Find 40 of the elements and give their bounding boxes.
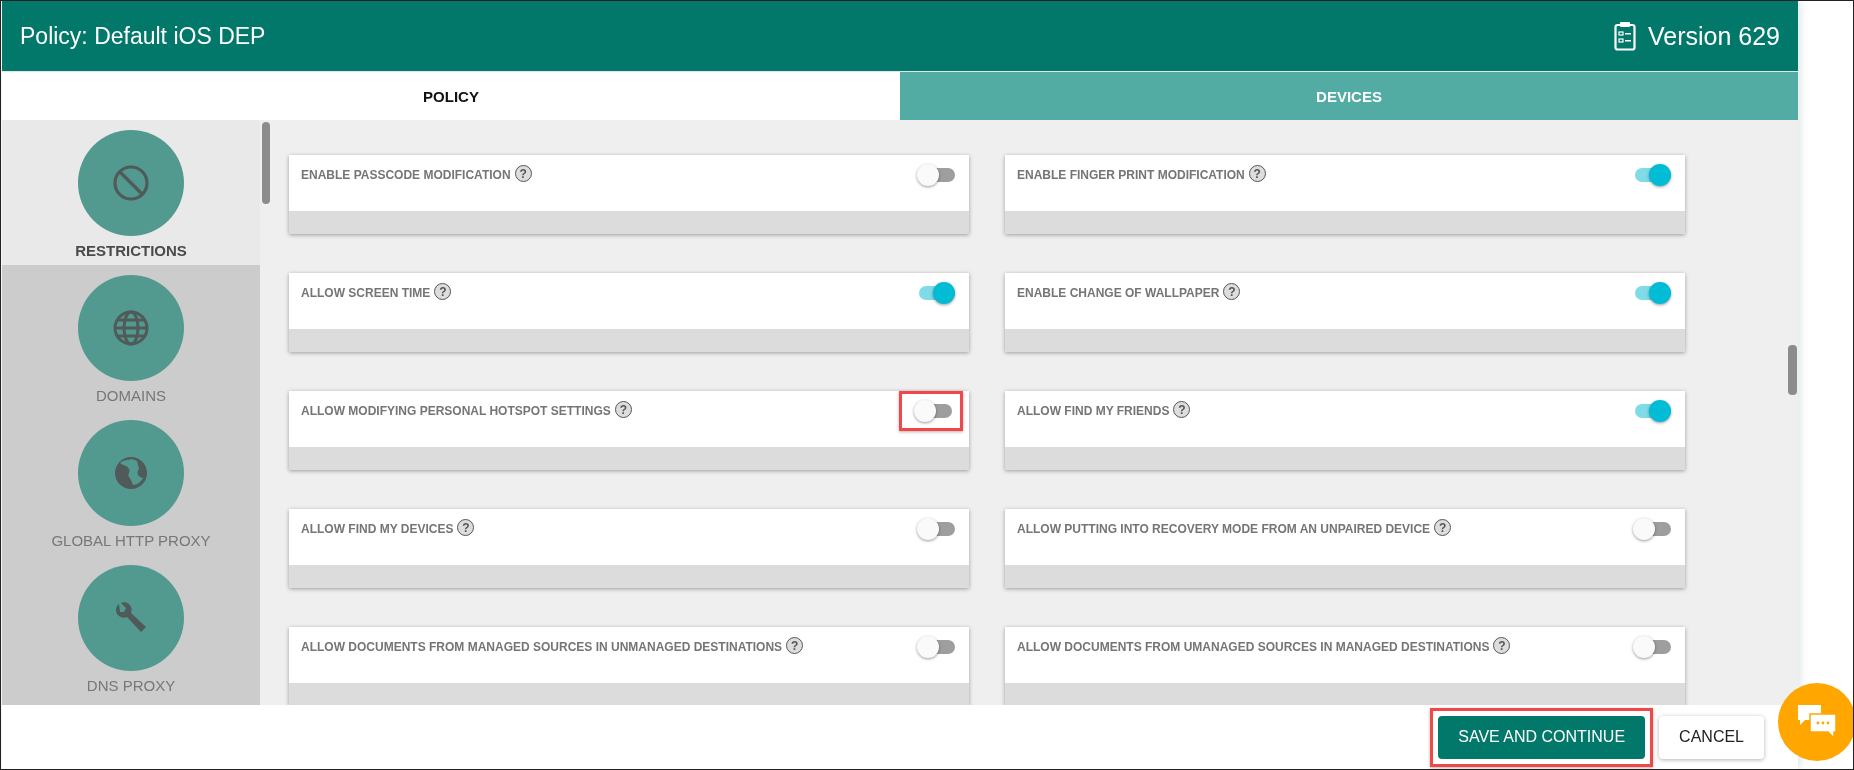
sidebar-item[interactable]: RESTRICTIONS (2, 120, 260, 265)
setting-label: ENABLE CHANGE OF WALLPAPER (1017, 286, 1220, 300)
scrollbar-thumb[interactable] (262, 122, 270, 204)
toggle-switch[interactable] (1633, 400, 1671, 422)
setting-label: ALLOW PUTTING INTO RECOVERY MODE FROM AN UNPAIRED DEVICE (1017, 522, 1431, 536)
setting-label: ALLOW FIND MY FRIENDS (1017, 404, 1170, 418)
toggle-switch[interactable] (917, 164, 955, 186)
save-button[interactable]: SAVE AND CONTINUE (1438, 715, 1646, 759)
clipboard-icon (1613, 21, 1636, 51)
toggle-switch[interactable] (917, 282, 955, 304)
setting-label: ENABLE FINGER PRINT MODIFICATION (1017, 168, 1245, 182)
setting-label: ALLOW DOCUMENTS FROM UMANAGED SOURCES IN MANAGED DESTINATIONS (1017, 640, 1490, 654)
help-icon[interactable]: ? (1434, 519, 1452, 536)
setting-label: ENABLE PASSCODE MODIFICATION (301, 168, 511, 182)
help-icon[interactable]: ? (614, 401, 632, 418)
help-icon[interactable]: ? (434, 283, 452, 300)
policy-title: Policy: Default iOS DEP (20, 22, 266, 50)
help-icon[interactable]: ? (514, 165, 532, 182)
help-icon[interactable]: ? (1493, 637, 1511, 654)
toggle-switch[interactable] (917, 636, 955, 658)
cancel-button[interactable]: CANCEL (1659, 715, 1764, 759)
toggle-switch[interactable] (914, 400, 952, 422)
help-icon[interactable]: ? (457, 519, 475, 536)
toggle-switch[interactable] (1633, 518, 1671, 540)
setting-label: ALLOW DOCUMENTS FROM MANAGED SOURCES IN UNMANAGED DESTINATIONS (301, 640, 783, 654)
setting-label: ALLOW MODIFYING PERSONAL HOTSPOT SETTINGS (301, 404, 611, 418)
toggle-switch[interactable] (917, 518, 955, 540)
help-icon[interactable]: ? (1223, 283, 1241, 300)
globe-icon (111, 308, 151, 348)
help-icon[interactable]: ? (1248, 165, 1266, 182)
setting-label: ALLOW SCREEN TIME (301, 286, 431, 300)
help-icon[interactable]: ? (1173, 401, 1191, 418)
version-label: Version 629 (1647, 21, 1780, 51)
block-icon (111, 163, 151, 203)
toggle-switch[interactable] (1633, 282, 1671, 304)
toggle-switch[interactable] (1633, 636, 1671, 658)
scrollbar-thumb[interactable] (1788, 345, 1797, 395)
setting-label: ALLOW FIND MY DEVICES (301, 522, 454, 536)
help-icon[interactable]: ? (786, 637, 804, 654)
toggle-switch[interactable] (1633, 164, 1671, 186)
